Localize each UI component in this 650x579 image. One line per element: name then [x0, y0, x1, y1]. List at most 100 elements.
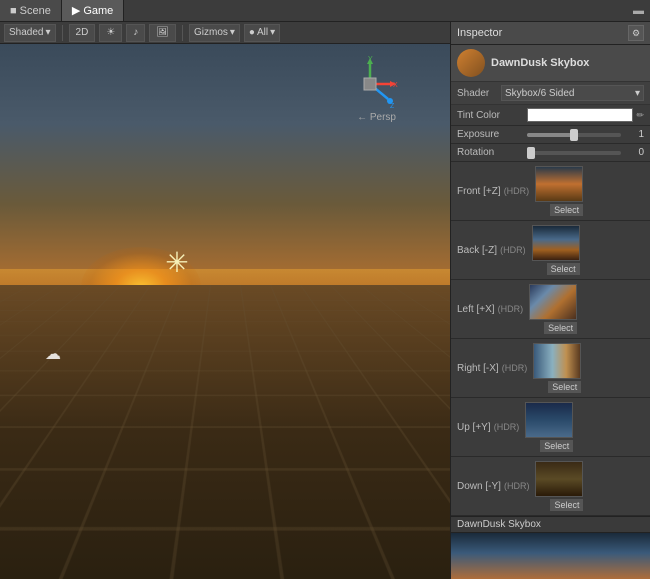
- select-btn-right[interactable]: Select: [548, 381, 581, 393]
- texture-label-down: Down [-Y] (HDR): [457, 480, 529, 492]
- layers-dropdown[interactable]: ● All ▾: [244, 24, 280, 42]
- exposure-value: 1: [527, 129, 644, 140]
- select-btn-front[interactable]: Select: [550, 204, 583, 216]
- rotation-number: 0: [624, 147, 644, 158]
- texture-thumb-up[interactable]: [525, 402, 573, 438]
- rotation-row: Rotation 0: [451, 144, 650, 162]
- select-btn-left[interactable]: Select: [544, 322, 577, 334]
- layers-chevron: ▾: [270, 27, 275, 38]
- audio-btn[interactable]: ♪: [126, 24, 145, 42]
- texture-cell-back: Select: [532, 225, 580, 275]
- texture-label-up: Up [+Y] (HDR): [457, 421, 519, 433]
- shader-row: Shader Skybox/6 Sided ▾: [451, 82, 650, 105]
- texture-cell-up: Select: [525, 402, 573, 452]
- exposure-slider[interactable]: [527, 133, 621, 137]
- material-name: DawnDusk Skybox: [491, 57, 644, 69]
- texture-cell-right: Select: [533, 343, 581, 393]
- preview-panel: DawnDusk Skybox Asset Bundle None ▾ ↻: [451, 516, 650, 579]
- sun-icon-toolbar: ☀: [106, 27, 115, 38]
- shader-label: Shader: [457, 88, 497, 99]
- image-btn[interactable]: 🖼: [149, 24, 176, 42]
- preview-sky: [451, 533, 650, 579]
- inspector-body: DawnDusk Skybox Shader Skybox/6 Sided ▾ …: [451, 45, 650, 579]
- shader-dropdown[interactable]: Skybox/6 Sided ▾: [501, 85, 644, 101]
- texture-row-back: Back [-Z] (HDR) Select: [451, 221, 650, 280]
- tab-close[interactable]: ▬: [627, 5, 650, 17]
- tint-edit-icon[interactable]: ✏: [636, 110, 644, 121]
- exposure-fill: [527, 133, 574, 137]
- inspector-title: Inspector: [457, 27, 502, 39]
- svg-text:Y: Y: [368, 56, 373, 63]
- persp-label: ← Persp: [357, 112, 396, 123]
- texture-thumb-left[interactable]: [529, 284, 577, 320]
- texture-row-up: Up [+Y] (HDR) Select: [451, 398, 650, 457]
- preview-title: DawnDusk Skybox: [451, 517, 650, 533]
- scene-gizmo[interactable]: Y X Z: [340, 54, 400, 114]
- tint-color-row: Tint Color ✏: [451, 105, 650, 126]
- inspector-header: Inspector ⚙: [451, 22, 650, 45]
- inspector-gear[interactable]: ⚙: [628, 25, 644, 41]
- rotation-value: 0: [527, 147, 644, 158]
- scene-tab-icon: ■: [10, 5, 17, 17]
- tint-swatch[interactable]: [527, 108, 633, 122]
- scene-view: Shaded ▾ 2D ☀ ♪ 🖼 Gizmos ▾ ●: [0, 22, 450, 579]
- rotation-label: Rotation: [457, 147, 527, 158]
- exposure-thumb[interactable]: [570, 129, 578, 141]
- svg-text:Z: Z: [390, 103, 395, 110]
- texture-row-front: Front [+Z] (HDR) Select: [451, 162, 650, 221]
- select-btn-down[interactable]: Select: [550, 499, 583, 511]
- texture-row-right: Right [-X] (HDR) Select: [451, 339, 650, 398]
- texture-cell-front: Select: [535, 166, 583, 216]
- exposure-row: Exposure 1: [451, 126, 650, 144]
- exposure-label: Exposure: [457, 129, 527, 140]
- texture-row-left: Left [+X] (HDR) Select: [451, 280, 650, 339]
- inspector-panel: Inspector ⚙ DawnDusk Skybox Shader Skybo…: [450, 22, 650, 579]
- scene-toolbar: Shaded ▾ 2D ☀ ♪ 🖼 Gizmos ▾ ●: [0, 22, 450, 44]
- tint-value: ✏: [527, 108, 644, 122]
- texture-thumb-back[interactable]: [532, 225, 580, 261]
- material-info: DawnDusk Skybox: [491, 57, 644, 69]
- dimension-btn[interactable]: 2D: [69, 24, 96, 42]
- rotation-slider[interactable]: [527, 151, 621, 155]
- texture-thumb-down[interactable]: [535, 461, 583, 497]
- exposure-number: 1: [624, 129, 644, 140]
- lighting-btn[interactable]: ☀: [99, 24, 122, 42]
- ground-plane: [0, 285, 450, 579]
- game-tab-label: Game: [83, 5, 113, 17]
- texture-label-left: Left [+X] (HDR): [457, 303, 523, 315]
- sun-symbol: ✳: [162, 247, 192, 277]
- material-header: DawnDusk Skybox: [451, 45, 650, 82]
- tab-game[interactable]: ▶ Game: [62, 0, 124, 21]
- image-icon: 🖼: [156, 27, 169, 38]
- gizmos-chevron: ▾: [230, 27, 235, 38]
- texture-label-right: Right [-X] (HDR): [457, 362, 527, 374]
- texture-cell-down: Select: [535, 461, 583, 511]
- shader-chevron: ▾: [635, 88, 640, 99]
- texture-cell-left: Select: [529, 284, 577, 334]
- select-btn-up[interactable]: Select: [540, 440, 573, 452]
- texture-thumb-front[interactable]: [535, 166, 583, 202]
- audio-icon: ♪: [133, 27, 138, 38]
- svg-text:X: X: [393, 82, 398, 89]
- texture-thumb-right[interactable]: [533, 343, 581, 379]
- grid-lines: [0, 285, 450, 579]
- game-tab-icon: ▶: [72, 4, 80, 17]
- tab-bar: ■ Scene ▶ Game ▬: [0, 0, 650, 22]
- cloud-symbol: ☁: [45, 344, 61, 364]
- sep2: [182, 25, 183, 41]
- rotation-thumb[interactable]: [527, 147, 535, 159]
- select-btn-back[interactable]: Select: [547, 263, 580, 275]
- scene-tab-label: Scene: [20, 5, 51, 17]
- texture-row-down: Down [-Y] (HDR) Select: [451, 457, 650, 516]
- tab-scene[interactable]: ■ Scene: [0, 0, 62, 21]
- main-area: Shaded ▾ 2D ☀ ♪ 🖼 Gizmos ▾ ●: [0, 22, 650, 579]
- texture-label-back: Back [-Z] (HDR): [457, 244, 526, 256]
- scene-canvas[interactable]: ✳ ☁ Y X: [0, 44, 450, 579]
- material-icon: [457, 49, 485, 77]
- sep1: [62, 25, 63, 41]
- shading-dropdown[interactable]: Shaded ▾: [4, 24, 56, 42]
- texture-label-front: Front [+Z] (HDR): [457, 185, 529, 197]
- shading-chevron: ▾: [45, 27, 50, 38]
- gizmos-dropdown[interactable]: Gizmos ▾: [189, 24, 240, 42]
- tint-label: Tint Color: [457, 110, 527, 121]
